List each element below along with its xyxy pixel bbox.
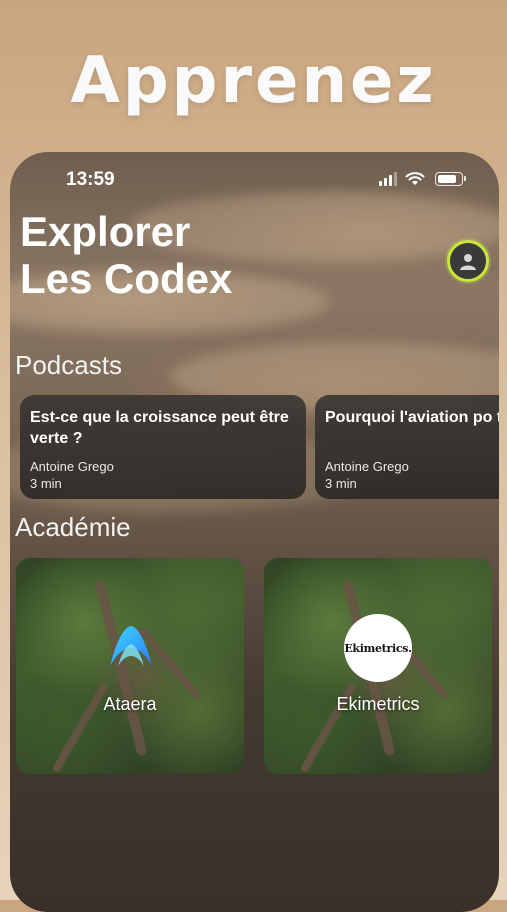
wifi-icon: [405, 172, 425, 185]
podcast-title: Est-ce que la croissance peut être verte…: [30, 409, 289, 447]
section-title-podcasts: Podcasts: [15, 350, 122, 380]
status-time: 13:59: [66, 169, 115, 190]
academy-card[interactable]: Ekimetrics. Ekimetrics: [264, 558, 492, 774]
ataera-logo: [110, 626, 152, 666]
podcast-card[interactable]: Pourquoi l'aviation po t-elle ? Antoine …: [315, 395, 499, 499]
user-icon: [460, 254, 476, 270]
podcast-card[interactable]: Est-ce que la croissance peut être verte…: [20, 395, 306, 499]
section-title-academie: Académie: [15, 512, 131, 542]
phone-screen: 13:59 Explorer Les Codex Podcasts Est-ce…: [10, 152, 499, 912]
ekimetrics-logo-text: Ekimetrics.: [344, 641, 412, 655]
podcast-author: Antoine Grego: [325, 459, 409, 474]
academy-card[interactable]: Ataera: [16, 558, 244, 774]
page-title-line2: Les Codex: [20, 255, 233, 302]
battery-icon: [435, 172, 466, 186]
page-title: Explorer Les Codex: [20, 208, 232, 302]
academy-name: Ekimetrics: [336, 694, 420, 714]
academy-name: Ataera: [103, 694, 157, 714]
signal-icon: [379, 172, 397, 186]
page-title-line1: Explorer: [20, 208, 191, 255]
ekimetrics-logo: Ekimetrics.: [344, 614, 412, 682]
promo-headline: Apprenez: [70, 44, 437, 118]
podcast-duration: 3 min: [30, 476, 62, 491]
podcast-author: Antoine Grego: [30, 459, 114, 474]
status-icons: [379, 172, 466, 186]
podcast-title: Pourquoi l'aviation po t-elle ?: [325, 409, 499, 426]
profile-avatar[interactable]: [447, 240, 489, 282]
podcast-duration: 3 min: [325, 476, 357, 491]
